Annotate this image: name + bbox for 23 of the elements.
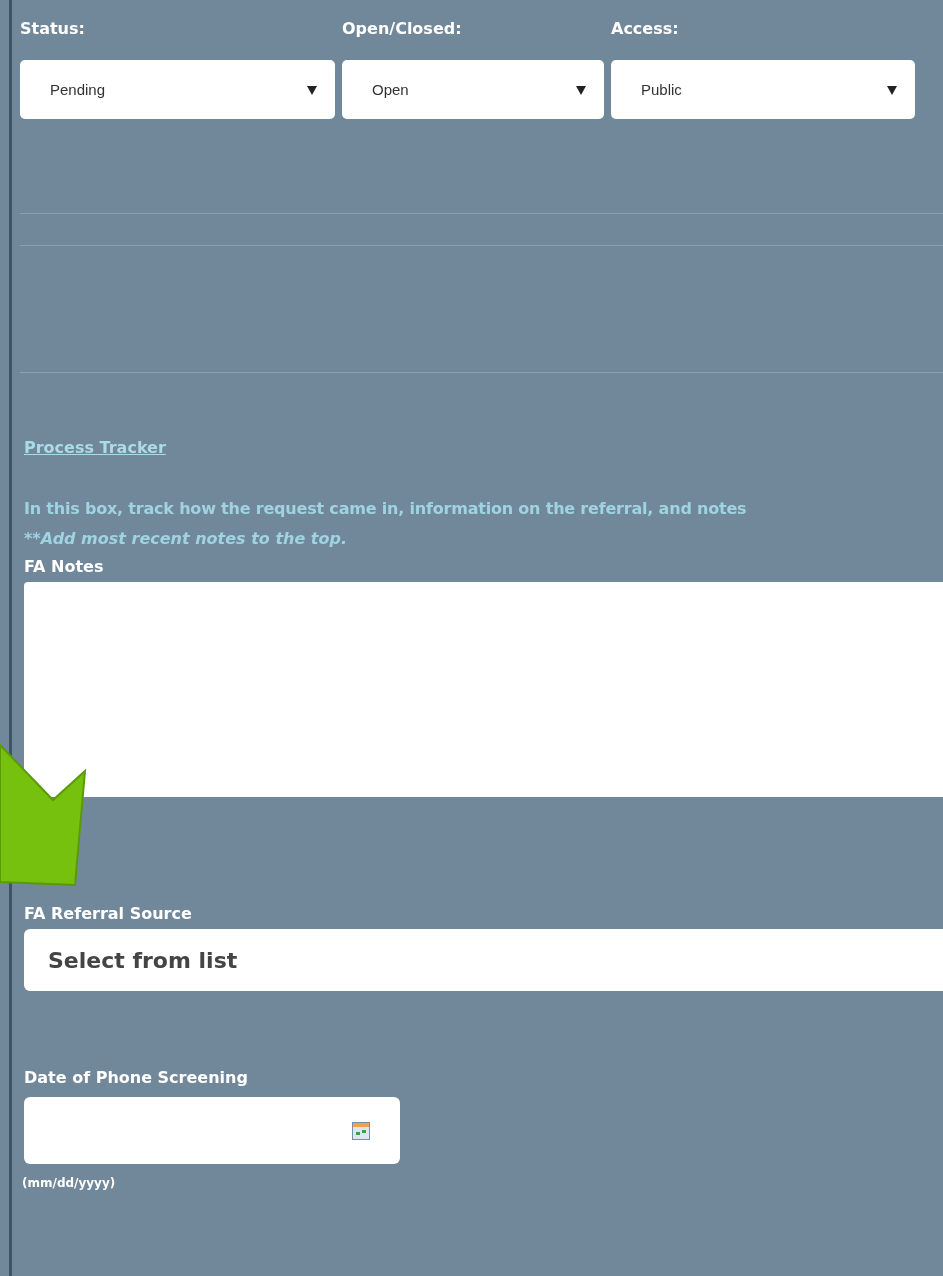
- instruction-text: In this box, track how the request came in, information on the referral, and notes: [24, 499, 747, 519]
- field-label: FA Notes: [24, 556, 104, 578]
- field-label: Open/Closed:: [342, 18, 462, 40]
- caret-icon: [887, 84, 897, 95]
- caret-icon: [307, 84, 317, 95]
- dropdown[interactable]: Open: [342, 60, 604, 119]
- field-label: Date of Phone Screening: [24, 1067, 248, 1089]
- field-label: Access:: [611, 18, 679, 40]
- date-format-hint: (mm/dd/yyyy): [22, 1176, 116, 1190]
- notes-field[interactable]: [24, 582, 943, 797]
- date-field[interactable]: [24, 1097, 400, 1164]
- dropdown-value: Select from list: [48, 947, 238, 973]
- referral-dropdown[interactable]: Select from list: [24, 929, 943, 991]
- dropdown-value: Open: [372, 81, 409, 98]
- dropdown-value: Pending: [50, 81, 106, 98]
- dropdown[interactable]: Pending: [20, 60, 335, 119]
- dropdown-value: Public: [641, 81, 682, 98]
- field-label: FA Referral Source: [24, 903, 192, 925]
- field-label: Status:: [20, 18, 85, 40]
- dropdown[interactable]: Public: [611, 60, 915, 119]
- note-text: **Add most recent notes to the top.: [24, 529, 347, 548]
- calendar-icon[interactable]: [352, 1121, 370, 1140]
- caret-icon: [576, 84, 586, 95]
